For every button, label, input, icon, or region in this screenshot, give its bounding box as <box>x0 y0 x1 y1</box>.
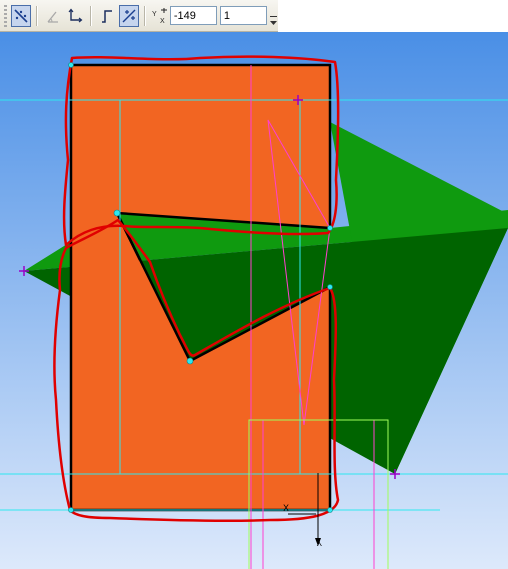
snap-points-button[interactable] <box>10 4 31 27</box>
y-x-coordinate-icon: Y X <box>152 7 167 24</box>
toolbar-separator <box>89 5 92 26</box>
svg-text:Y: Y <box>152 11 157 18</box>
step-line-button[interactable] <box>97 5 117 27</box>
step-line-icon <box>101 9 112 23</box>
coordinate-label: Y X <box>150 5 170 27</box>
toolbar: Y X <box>0 0 278 32</box>
toolbar-separator <box>35 5 38 26</box>
toolbar-separator <box>144 5 146 26</box>
axis-button[interactable] <box>65 5 85 27</box>
toolbar-overflow-button[interactable] <box>270 5 278 27</box>
grid-cross-icon <box>122 9 136 22</box>
axis-label-y: Y <box>316 538 322 547</box>
snap-points-icon <box>14 8 28 23</box>
toolbar-grip[interactable] <box>4 4 7 27</box>
disabled-angle-icon <box>47 11 58 23</box>
angle-button[interactable] <box>43 5 63 27</box>
coordinate-field-1[interactable] <box>169 6 217 25</box>
coordinate-field-2[interactable] <box>219 6 267 25</box>
chevron-down-icon <box>270 15 278 25</box>
axis-arrows-icon <box>68 8 83 22</box>
svg-text:X: X <box>160 18 165 24</box>
axis-label-x: X <box>283 503 289 513</box>
grid-cross-button[interactable] <box>118 4 140 27</box>
drawing-canvas[interactable]: X Y <box>0 32 508 569</box>
